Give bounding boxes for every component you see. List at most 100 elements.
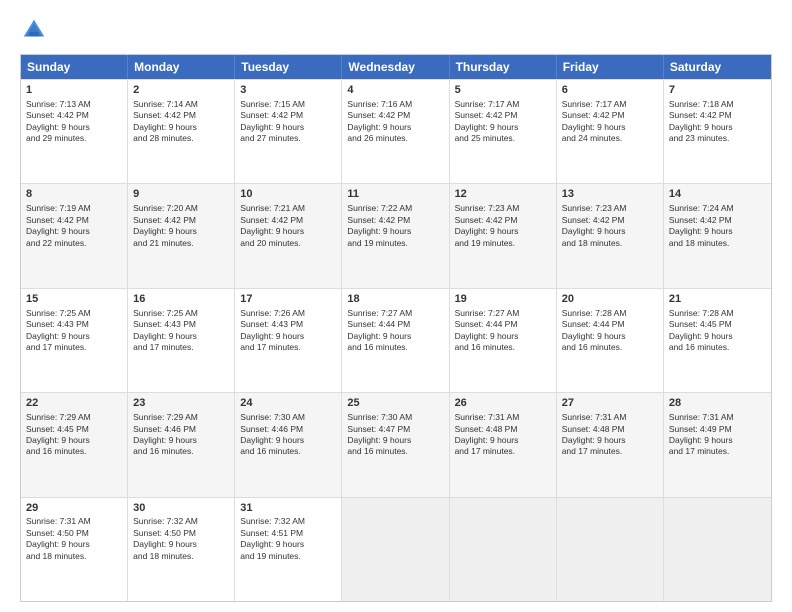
- day-info-line: Sunrise: 7:31 AM: [669, 412, 766, 423]
- day-info-line: Sunset: 4:43 PM: [240, 319, 336, 330]
- day-number: 8: [26, 187, 122, 202]
- day-info-line: Sunrise: 7:31 AM: [562, 412, 658, 423]
- day-info-line: Daylight: 9 hours: [26, 435, 122, 446]
- calendar-cell: 5Sunrise: 7:17 AMSunset: 4:42 PMDaylight…: [450, 80, 557, 183]
- day-info-line: Sunrise: 7:29 AM: [26, 412, 122, 423]
- calendar-cell: 16Sunrise: 7:25 AMSunset: 4:43 PMDayligh…: [128, 289, 235, 392]
- day-info-line: and 18 minutes.: [669, 238, 766, 249]
- day-info-line: Sunrise: 7:17 AM: [562, 99, 658, 110]
- calendar-cell: 9Sunrise: 7:20 AMSunset: 4:42 PMDaylight…: [128, 184, 235, 287]
- day-info-line: Sunrise: 7:14 AM: [133, 99, 229, 110]
- day-info-line: Sunrise: 7:16 AM: [347, 99, 443, 110]
- day-number: 6: [562, 83, 658, 98]
- day-info-line: and 19 minutes.: [347, 238, 443, 249]
- calendar-cell: 26Sunrise: 7:31 AMSunset: 4:48 PMDayligh…: [450, 393, 557, 496]
- calendar-cell: 13Sunrise: 7:23 AMSunset: 4:42 PMDayligh…: [557, 184, 664, 287]
- day-info-line: and 26 minutes.: [347, 133, 443, 144]
- day-header-sunday: Sunday: [21, 55, 128, 79]
- day-number: 7: [669, 83, 766, 98]
- day-number: 3: [240, 83, 336, 98]
- calendar-cell: 31Sunrise: 7:32 AMSunset: 4:51 PMDayligh…: [235, 498, 342, 601]
- calendar-cell: 24Sunrise: 7:30 AMSunset: 4:46 PMDayligh…: [235, 393, 342, 496]
- day-info-line: and 16 minutes.: [133, 446, 229, 457]
- day-info-line: and 21 minutes.: [133, 238, 229, 249]
- day-number: 19: [455, 292, 551, 307]
- day-number: 11: [347, 187, 443, 202]
- day-info-line: and 17 minutes.: [240, 342, 336, 353]
- calendar-cell: 15Sunrise: 7:25 AMSunset: 4:43 PMDayligh…: [21, 289, 128, 392]
- day-info-line: Sunrise: 7:27 AM: [455, 308, 551, 319]
- calendar-week-5: 29Sunrise: 7:31 AMSunset: 4:50 PMDayligh…: [21, 497, 771, 601]
- day-info-line: Sunset: 4:50 PM: [133, 528, 229, 539]
- day-info-line: and 24 minutes.: [562, 133, 658, 144]
- day-info-line: Sunset: 4:42 PM: [347, 110, 443, 121]
- day-info-line: Daylight: 9 hours: [347, 331, 443, 342]
- calendar-cell: 1Sunrise: 7:13 AMSunset: 4:42 PMDaylight…: [21, 80, 128, 183]
- day-info-line: Sunrise: 7:20 AM: [133, 203, 229, 214]
- day-info-line: Daylight: 9 hours: [26, 226, 122, 237]
- day-info-line: and 27 minutes.: [240, 133, 336, 144]
- calendar-cell: 27Sunrise: 7:31 AMSunset: 4:48 PMDayligh…: [557, 393, 664, 496]
- calendar-cell: 17Sunrise: 7:26 AMSunset: 4:43 PMDayligh…: [235, 289, 342, 392]
- day-number: 17: [240, 292, 336, 307]
- day-info-line: Sunset: 4:42 PM: [240, 110, 336, 121]
- day-info-line: Daylight: 9 hours: [133, 226, 229, 237]
- day-info-line: Sunset: 4:43 PM: [133, 319, 229, 330]
- day-info-line: Daylight: 9 hours: [455, 226, 551, 237]
- day-info-line: and 16 minutes.: [240, 446, 336, 457]
- day-info-line: Sunset: 4:48 PM: [562, 424, 658, 435]
- day-info-line: Daylight: 9 hours: [133, 539, 229, 550]
- day-info-line: Daylight: 9 hours: [133, 122, 229, 133]
- day-info-line: and 29 minutes.: [26, 133, 122, 144]
- day-info-line: Sunset: 4:46 PM: [133, 424, 229, 435]
- day-info-line: and 17 minutes.: [26, 342, 122, 353]
- calendar-week-3: 15Sunrise: 7:25 AMSunset: 4:43 PMDayligh…: [21, 288, 771, 392]
- day-info-line: Sunset: 4:50 PM: [26, 528, 122, 539]
- day-info-line: Sunrise: 7:29 AM: [133, 412, 229, 423]
- day-info-line: and 25 minutes.: [455, 133, 551, 144]
- day-info-line: Sunrise: 7:27 AM: [347, 308, 443, 319]
- day-info-line: and 16 minutes.: [26, 446, 122, 457]
- day-info-line: Sunset: 4:42 PM: [26, 110, 122, 121]
- day-info-line: Daylight: 9 hours: [455, 331, 551, 342]
- day-header-monday: Monday: [128, 55, 235, 79]
- day-info-line: Sunset: 4:48 PM: [455, 424, 551, 435]
- day-number: 29: [26, 501, 122, 516]
- day-info-line: and 23 minutes.: [669, 133, 766, 144]
- day-number: 15: [26, 292, 122, 307]
- day-info-line: Sunrise: 7:31 AM: [26, 516, 122, 527]
- day-number: 31: [240, 501, 336, 516]
- day-info-line: Sunset: 4:42 PM: [347, 215, 443, 226]
- calendar-cell: [342, 498, 449, 601]
- day-info-line: and 17 minutes.: [562, 446, 658, 457]
- day-info-line: Daylight: 9 hours: [455, 122, 551, 133]
- day-info-line: Daylight: 9 hours: [347, 122, 443, 133]
- day-info-line: Sunrise: 7:28 AM: [669, 308, 766, 319]
- day-info-line: Sunset: 4:44 PM: [562, 319, 658, 330]
- day-info-line: Sunset: 4:42 PM: [669, 110, 766, 121]
- day-info-line: Sunrise: 7:18 AM: [669, 99, 766, 110]
- day-info-line: and 16 minutes.: [347, 342, 443, 353]
- day-info-line: Sunrise: 7:24 AM: [669, 203, 766, 214]
- day-info-line: Daylight: 9 hours: [347, 226, 443, 237]
- day-number: 13: [562, 187, 658, 202]
- day-info-line: and 16 minutes.: [347, 446, 443, 457]
- day-info-line: Sunrise: 7:15 AM: [240, 99, 336, 110]
- day-info-line: and 19 minutes.: [240, 551, 336, 562]
- day-info-line: and 22 minutes.: [26, 238, 122, 249]
- day-info-line: Sunrise: 7:23 AM: [455, 203, 551, 214]
- day-number: 20: [562, 292, 658, 307]
- day-number: 14: [669, 187, 766, 202]
- day-header-saturday: Saturday: [664, 55, 771, 79]
- day-header-friday: Friday: [557, 55, 664, 79]
- calendar-cell: 7Sunrise: 7:18 AMSunset: 4:42 PMDaylight…: [664, 80, 771, 183]
- day-number: 5: [455, 83, 551, 98]
- day-info-line: Sunset: 4:44 PM: [347, 319, 443, 330]
- day-number: 12: [455, 187, 551, 202]
- day-info-line: Daylight: 9 hours: [240, 435, 336, 446]
- day-number: 2: [133, 83, 229, 98]
- day-info-line: Daylight: 9 hours: [26, 331, 122, 342]
- calendar: SundayMondayTuesdayWednesdayThursdayFrid…: [20, 54, 772, 602]
- day-info-line: Daylight: 9 hours: [240, 226, 336, 237]
- page-header: [20, 16, 772, 44]
